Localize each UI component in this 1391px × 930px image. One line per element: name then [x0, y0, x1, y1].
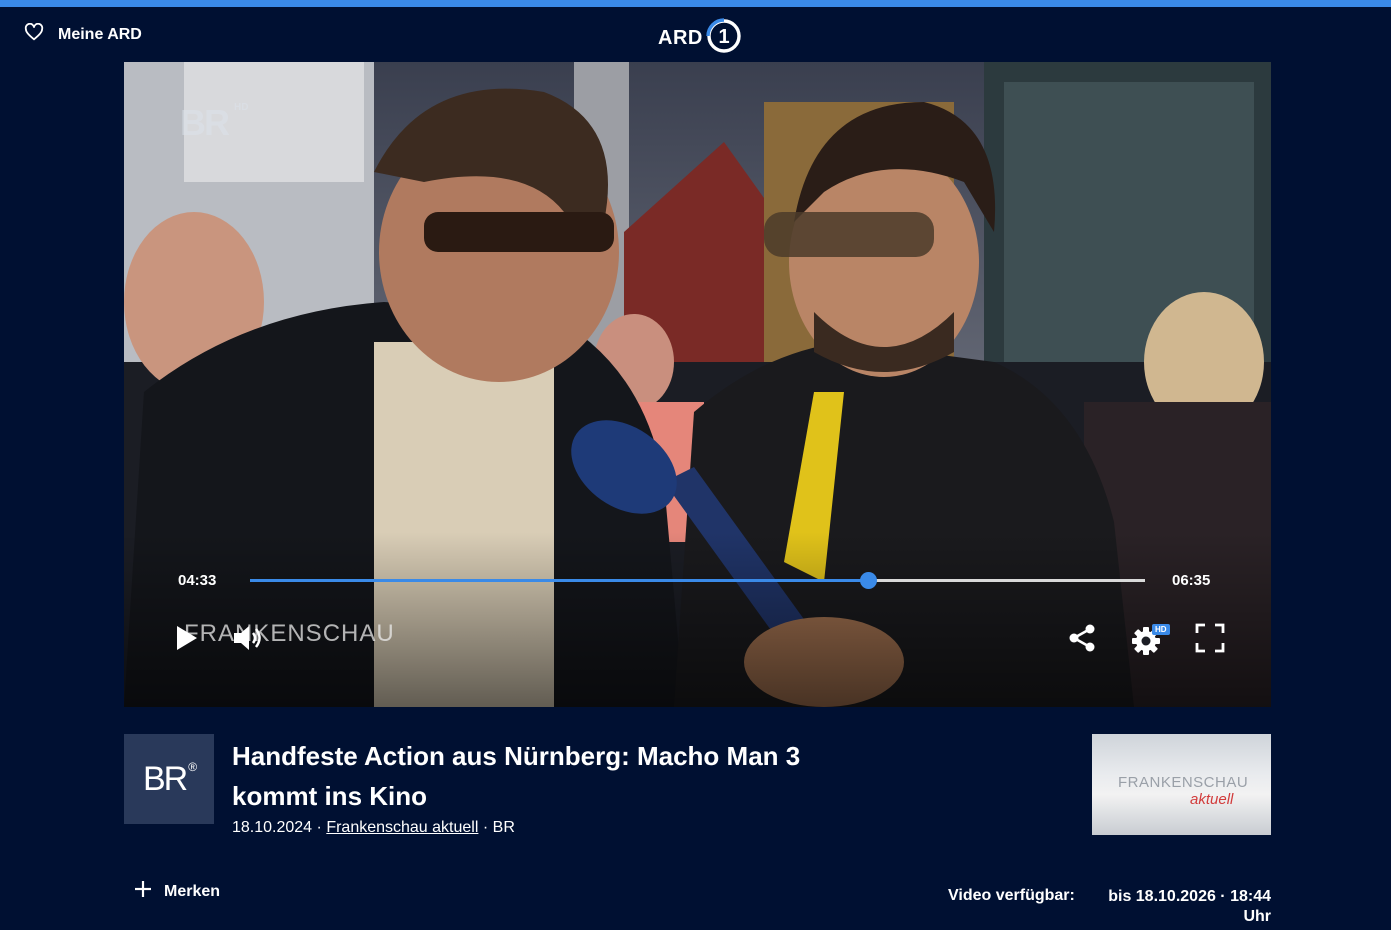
share-icon — [1067, 623, 1097, 658]
ard-logo-number: 1 — [718, 26, 729, 48]
channel-watermark: BR HD — [180, 102, 248, 144]
channel-watermark-text: BR — [180, 102, 230, 143]
volume-icon — [232, 624, 264, 657]
meta-separator: · — [316, 819, 322, 836]
video-date: 18.10.2024 — [232, 819, 313, 836]
plus-icon — [134, 880, 152, 903]
play-button[interactable] — [168, 622, 204, 658]
merken-label: Merken — [164, 882, 221, 900]
play-icon — [173, 624, 199, 657]
channel-logo-tile[interactable]: BR ® — [124, 734, 214, 824]
top-accent-bar — [0, 0, 1391, 7]
meta-separator: · — [482, 819, 489, 836]
merken-button[interactable]: Merken — [134, 880, 220, 903]
progress-bar[interactable] — [250, 572, 1145, 589]
total-time: 06:35 — [1172, 572, 1211, 589]
channel-logo-text: BR — [142, 759, 188, 798]
show-thumbnail[interactable]: FRANKENSCHAU aktuell — [1092, 734, 1271, 835]
fullscreen-icon — [1195, 623, 1225, 658]
channel-logo: BR ® — [142, 759, 197, 798]
current-time: 04:33 — [178, 572, 217, 589]
show-link[interactable]: Frankenschau aktuell — [326, 819, 478, 836]
channel-watermark-hd: HD — [234, 102, 249, 113]
header: Meine ARD ARD 1 — [0, 7, 1391, 62]
availability-label: Video verfügbar: — [948, 887, 1075, 904]
fullscreen-button[interactable] — [1192, 622, 1228, 658]
ard-logo[interactable]: ARD 1 — [658, 17, 743, 60]
ard-logo-word: ARD — [658, 27, 703, 49]
progress-fill — [250, 579, 869, 582]
video-player[interactable]: BR HD FRANKENSCHAU 04:33 06:35 HD — [124, 62, 1271, 707]
program-caption: FRANKENSCHAU — [184, 620, 395, 647]
volume-button[interactable] — [230, 622, 266, 658]
settings-button[interactable]: HD — [1128, 622, 1170, 658]
ard-one-icon: 1 — [705, 17, 743, 60]
video-title: Handfeste Action aus Nürnberg: Macho Man… — [232, 741, 801, 811]
gear-icon: HD — [1131, 624, 1170, 656]
meine-ard-label: Meine ARD — [58, 25, 142, 43]
broadcaster: BR — [492, 819, 515, 836]
thumbnail-title: FRANKENSCHAU — [1118, 774, 1249, 791]
heart-icon — [24, 22, 44, 46]
thumbnail-subtitle: aktuell — [1190, 791, 1234, 808]
meine-ard-link[interactable]: Meine ARD — [24, 22, 142, 46]
share-button[interactable] — [1064, 622, 1100, 658]
video-meta: 18.10.2024 · Frankenschau aktuell · BR — [232, 819, 515, 837]
hd-badge: HD — [1152, 624, 1170, 635]
availability-value: bis 18.10.2026 · 18:44 Uhr — [1108, 888, 1271, 925]
